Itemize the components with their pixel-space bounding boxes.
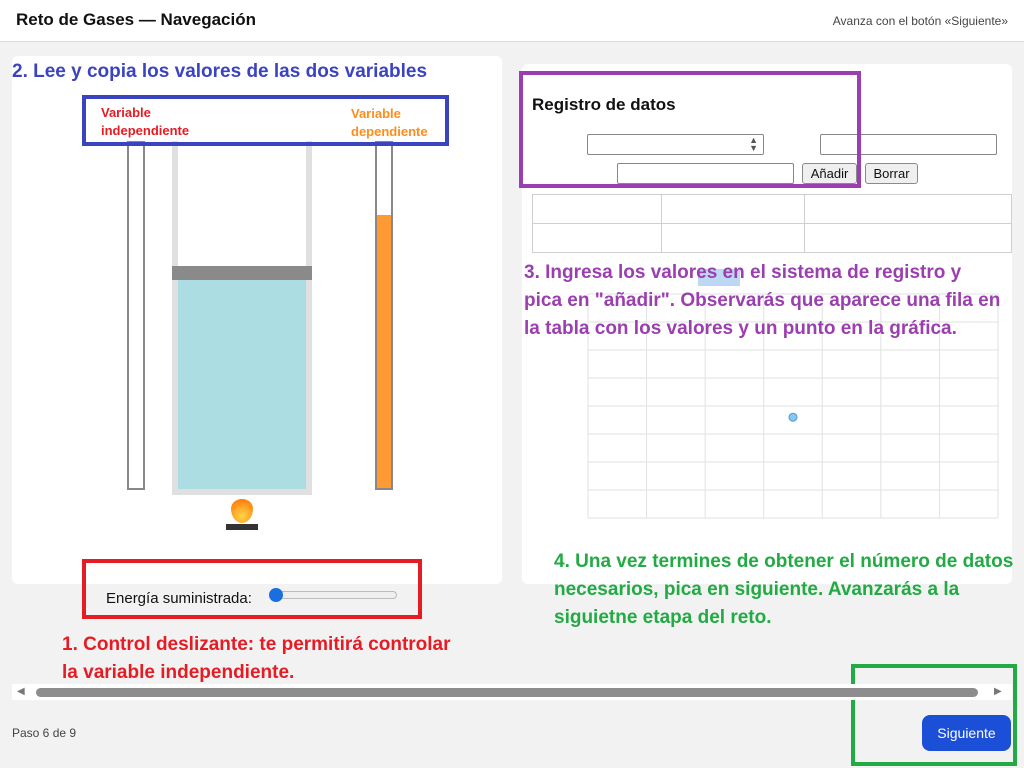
annotation-step-2: 2. Lee y copia los valores de las dos va… xyxy=(12,61,428,82)
scroll-right-icon[interactable]: ▶ xyxy=(994,686,1002,697)
dependent-gauge-fill xyxy=(377,215,391,488)
dependent-variable-gauge xyxy=(375,141,393,490)
table-row xyxy=(532,194,1012,224)
scrollbar-thumb[interactable] xyxy=(36,688,978,697)
next-button[interactable]: Siguiente xyxy=(922,715,1011,751)
app-title: Reto de Gases — Navegación xyxy=(16,10,256,29)
clear-button[interactable]: Borrar xyxy=(865,163,918,184)
navigation-hint: Avanza con el botón «Siguiente» xyxy=(832,14,1008,28)
table-row xyxy=(532,223,1012,253)
top-bar: Reto de Gases — Navegación Avanza con el… xyxy=(0,0,1024,42)
table-cell xyxy=(661,223,805,253)
annotation-box-variables xyxy=(82,95,449,146)
burner xyxy=(226,524,258,530)
table-cell xyxy=(532,223,662,253)
data-table xyxy=(532,194,1012,253)
annotation-step-4: 4. Una vez termines de obtener el número… xyxy=(554,551,1014,628)
table-cell xyxy=(804,194,1012,224)
annotation-step-3: 3. Ingresa los valores en el sistema de … xyxy=(524,262,1001,339)
step-indicator: Paso 6 de 9 xyxy=(12,726,77,740)
gas-container xyxy=(172,141,312,495)
table-cell xyxy=(804,223,1012,253)
annotation-box-slider xyxy=(82,559,422,619)
gas-volume xyxy=(178,279,306,489)
independent-variable-gauge xyxy=(127,141,145,490)
piston xyxy=(172,266,312,280)
annotation-box-register xyxy=(519,71,861,188)
annotation-step-1: 1. Control deslizante: te permitirá cont… xyxy=(62,634,451,683)
scroll-left-icon[interactable]: ◀ xyxy=(17,686,25,697)
table-cell xyxy=(532,194,662,224)
table-cell xyxy=(661,194,805,224)
data-point xyxy=(788,412,798,422)
